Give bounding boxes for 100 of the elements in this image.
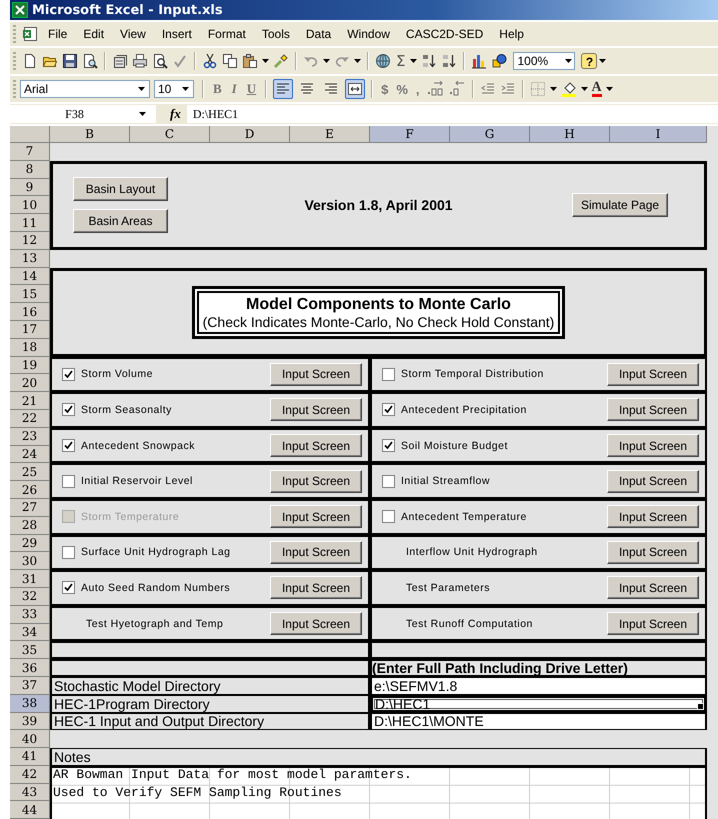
menu-item[interactable]: Format: [200, 25, 254, 43]
menu-item[interactable]: View: [112, 25, 154, 43]
checkbox[interactable]: [62, 439, 75, 452]
caret-icon[interactable]: [410, 59, 418, 63]
input-screen-button[interactable]: Input Screen: [270, 576, 362, 600]
row-header[interactable]: 38: [10, 694, 50, 712]
checkbox[interactable]: [62, 581, 75, 594]
caret-icon[interactable]: [138, 87, 145, 91]
row-header[interactable]: 29: [10, 534, 50, 552]
currency-button[interactable]: $: [377, 82, 392, 96]
new-document-icon[interactable]: [22, 53, 38, 69]
checkbox[interactable]: [382, 474, 395, 488]
checkbox[interactable]: [62, 546, 75, 559]
input-screen-button[interactable]: Input Screen: [270, 434, 362, 458]
directory-field[interactable]: D:\HEC1: [370, 694, 707, 712]
row-header[interactable]: 34: [10, 624, 50, 642]
fill-bucket-icon[interactable]: [560, 81, 577, 97]
row-header[interactable]: 14: [10, 268, 50, 286]
caret-icon[interactable]: [182, 87, 189, 91]
row-header[interactable]: 25: [10, 463, 50, 482]
row-header[interactable]: 44: [10, 801, 50, 819]
print-preview-icon[interactable]: [152, 53, 168, 69]
row-header[interactable]: 22: [10, 410, 50, 428]
input-screen-button[interactable]: Input Screen: [607, 540, 699, 564]
column-header[interactable]: D: [210, 126, 290, 143]
row-header[interactable]: 43: [10, 784, 50, 802]
help-button[interactable]: ?: [581, 53, 598, 69]
input-screen-button[interactable]: Input Screen: [270, 612, 362, 636]
menu-item[interactable]: Tools: [254, 25, 298, 43]
spreadsheet-document-icon[interactable]: [22, 26, 38, 42]
checkbox[interactable]: [62, 474, 75, 488]
document-magnifier-icon[interactable]: [82, 53, 98, 69]
checkbox[interactable]: [62, 368, 75, 381]
directory-field[interactable]: D:\HEC1\MONTE: [370, 712, 707, 730]
row-header[interactable]: 42: [10, 766, 50, 784]
caret-icon[interactable]: [565, 59, 572, 63]
font-color-button[interactable]: A: [592, 81, 602, 97]
insert-function-button[interactable]: fx: [170, 106, 181, 122]
row-header[interactable]: 39: [10, 712, 50, 730]
clipboard-icon[interactable]: [242, 53, 258, 69]
column-header[interactable]: C: [130, 126, 210, 143]
decrease-decimal-icon[interactable]: [448, 81, 466, 97]
caret-icon[interactable]: [580, 87, 588, 91]
menu-item[interactable]: File: [40, 25, 76, 43]
row-header[interactable]: 36: [10, 659, 50, 677]
column-header[interactable]: G: [450, 126, 530, 143]
caret-icon[interactable]: [606, 87, 613, 91]
row-header[interactable]: 31: [10, 570, 50, 588]
increase-decimal-icon[interactable]: [426, 81, 444, 97]
row-header[interactable]: 37: [10, 676, 50, 695]
copy-icon[interactable]: [222, 53, 238, 69]
menu-item[interactable]: Insert: [154, 25, 200, 43]
column-header[interactable]: H: [530, 126, 610, 143]
input-screen-button[interactable]: Input Screen: [607, 362, 699, 386]
italic-button[interactable]: I: [226, 81, 242, 97]
input-screen-button[interactable]: Input Screen: [270, 398, 362, 422]
checkbox[interactable]: [62, 403, 75, 416]
row-header[interactable]: 26: [10, 481, 50, 499]
bold-button[interactable]: B: [208, 81, 227, 97]
column-header[interactable]: E: [290, 126, 370, 143]
row-header[interactable]: 12: [10, 232, 50, 250]
zoom-field[interactable]: 100%: [513, 52, 576, 70]
name-box[interactable]: F38: [10, 105, 156, 123]
simulate-button[interactable]: Simulate Page: [572, 193, 668, 218]
checkbox[interactable]: [382, 439, 395, 452]
printer-icon[interactable]: [132, 53, 148, 69]
input-screen-button[interactable]: Input Screen: [270, 470, 362, 493]
autosum-button[interactable]: Σ: [396, 52, 406, 70]
check-icon[interactable]: [172, 53, 188, 69]
scissors-icon[interactable]: [202, 53, 218, 69]
row-header[interactable]: 35: [10, 641, 50, 660]
row-header[interactable]: 23: [10, 428, 50, 446]
row-header[interactable]: 27: [10, 498, 50, 517]
input-screen-button[interactable]: Input Screen: [607, 470, 699, 493]
select-all-button[interactable]: [10, 126, 50, 143]
align-left-icon[interactable]: [273, 79, 294, 99]
input-screen-button[interactable]: Input Screen: [607, 398, 699, 422]
row-header[interactable]: 41: [10, 748, 50, 766]
input-screen-button[interactable]: Input Screen: [270, 540, 362, 564]
row-header[interactable]: 13: [10, 250, 50, 268]
paintbrush-icon[interactable]: [273, 53, 289, 69]
row-header[interactable]: 20: [10, 374, 50, 392]
sort-ascending-icon[interactable]: [421, 53, 438, 69]
comma-button[interactable]: ,: [412, 82, 424, 96]
input-screen-button[interactable]: Input Screen: [607, 612, 699, 636]
font-size-field[interactable]: 10: [154, 80, 194, 98]
row-header[interactable]: 32: [10, 588, 50, 606]
input-screen-button[interactable]: Input Screen: [607, 576, 699, 600]
row-header[interactable]: 19: [10, 356, 50, 374]
merge-and-center-icon[interactable]: [345, 79, 366, 99]
sheet-button[interactable]: Basin Layout: [73, 177, 168, 202]
row-header[interactable]: 21: [10, 392, 50, 410]
row-header[interactable]: 40: [10, 730, 50, 748]
column-header[interactable]: F: [370, 126, 450, 143]
shapes-icon[interactable]: [491, 53, 508, 69]
row-header[interactable]: 16: [10, 303, 50, 321]
row-header[interactable]: 17: [10, 320, 50, 339]
column-header[interactable]: B: [50, 126, 130, 143]
bar-chart-icon[interactable]: [471, 53, 488, 69]
menu-item[interactable]: Window: [339, 25, 398, 43]
